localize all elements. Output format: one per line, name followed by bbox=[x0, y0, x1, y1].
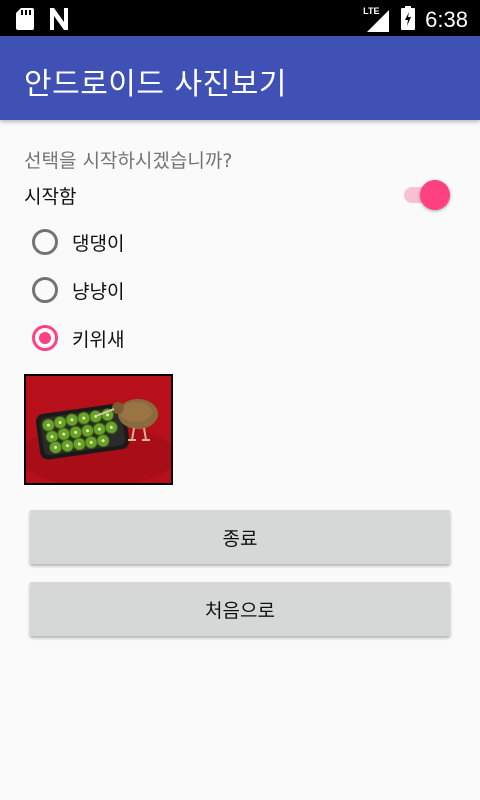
end-button-label: 종료 bbox=[222, 527, 258, 550]
end-button[interactable]: 종료 bbox=[30, 510, 450, 564]
radio-option-cat[interactable]: 냥냥이 bbox=[32, 266, 332, 314]
radio-label: 댕댕이 bbox=[72, 232, 125, 255]
restart-button[interactable]: 처음으로 bbox=[30, 582, 450, 636]
start-switch-label: 시작함 bbox=[24, 186, 77, 208]
radio-option-kiwi[interactable]: 키위새 bbox=[32, 314, 332, 362]
radio-button[interactable] bbox=[32, 229, 58, 255]
radio-button[interactable] bbox=[32, 277, 58, 303]
start-switch[interactable] bbox=[400, 180, 452, 210]
status-time: 6:38 bbox=[425, 7, 468, 32]
radio-label: 냥냥이 bbox=[72, 280, 125, 303]
animal-radio-group: 댕댕이 냥냥이 키위새 bbox=[32, 218, 332, 362]
app-bar: 안드로이드 사진보기 bbox=[0, 36, 480, 120]
start-switch-row[interactable]: 시작함 bbox=[24, 180, 456, 210]
kiwi-photo bbox=[24, 374, 173, 485]
status-bar: LTE 6:38 bbox=[0, 0, 480, 36]
question-text: 선택을 시작하시겠습니까? bbox=[24, 150, 233, 172]
app-title: 안드로이드 사진보기 bbox=[24, 67, 287, 102]
kiwi-photo-illustration bbox=[26, 376, 171, 483]
sd-card-icon bbox=[16, 8, 34, 34]
radio-label: 키위새 bbox=[72, 328, 125, 351]
battery-icon bbox=[401, 6, 416, 34]
n-logo-icon bbox=[48, 8, 70, 34]
radio-option-dog[interactable]: 댕댕이 bbox=[32, 218, 332, 266]
signal-icon: LTE bbox=[363, 6, 391, 32]
switch-thumb[interactable] bbox=[420, 180, 450, 210]
restart-button-label: 처음으로 bbox=[205, 599, 275, 622]
radio-button-checked[interactable] bbox=[32, 325, 58, 351]
